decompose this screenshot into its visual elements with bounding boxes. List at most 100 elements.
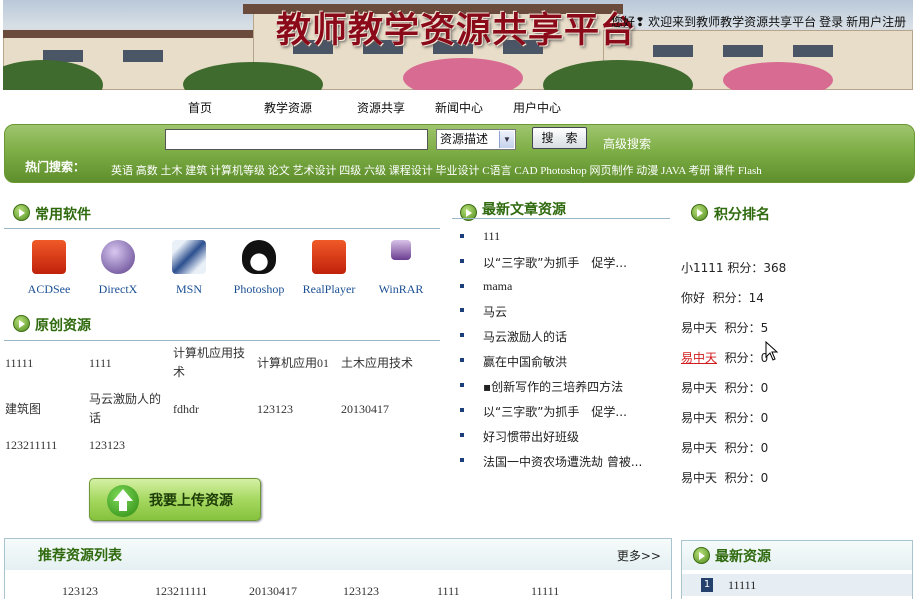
score-label: 积分： — [724, 351, 761, 365]
login-link[interactable]: 登录 — [819, 15, 843, 29]
recommended-item[interactable]: 123211111 — [155, 584, 207, 599]
article-title[interactable]: mama — [483, 279, 512, 294]
ranking-name[interactable]: 易中天 — [681, 441, 717, 455]
original-item[interactable]: 123123 — [257, 400, 293, 419]
original-item[interactable]: fdhdr — [173, 400, 199, 419]
bullet-icon — [460, 408, 464, 412]
nav-user-center[interactable]: 用户中心 — [513, 99, 561, 116]
nav-news-center[interactable]: 新闻中心 — [435, 99, 483, 116]
article-title[interactable]: ▪创新写作的三培养四方法 — [483, 378, 623, 395]
ranking-item: 小1111 积分：368 — [681, 259, 786, 276]
recommended-item[interactable]: 123123 — [62, 584, 98, 599]
ranking-score: 0 — [760, 381, 769, 395]
ranking-name[interactable]: 你好 — [681, 291, 705, 305]
ranking-item: 易中天 积分：0 — [681, 469, 768, 486]
score-label: 积分： — [724, 321, 761, 335]
ranking-item: 易中天 积分：0 — [681, 349, 768, 366]
divider — [452, 218, 670, 219]
software-label[interactable]: DirectX — [83, 282, 153, 297]
banner-window — [723, 45, 763, 57]
latest-resources-panel: 最新资源 1 11111 — [681, 540, 913, 599]
software-item[interactable]: Photoshop — [224, 240, 294, 297]
banner-flowers — [403, 58, 523, 90]
latest-title: 最新资源 — [715, 550, 771, 565]
upload-resource-button[interactable]: 我要上传资源 — [89, 478, 261, 521]
chevron-down-icon[interactable]: ▼ — [499, 131, 514, 148]
article-title[interactable]: 赢在中国俞敏洪 — [483, 353, 567, 370]
search-type-select[interactable]: 资源描述 ▼ — [436, 129, 516, 150]
search-type-value: 资源描述 — [440, 132, 489, 146]
original-section-title: 原创资源 — [35, 319, 91, 334]
original-item[interactable]: 计算机应用技术 — [173, 344, 251, 382]
nav-home[interactable]: 首页 — [188, 99, 212, 116]
bullet-icon — [460, 383, 464, 387]
recommended-item[interactable]: 123123 — [343, 584, 379, 599]
software-label[interactable]: ACDSee — [14, 282, 84, 297]
original-item[interactable]: 建筑图 — [5, 400, 41, 419]
nav-resource-sharing[interactable]: 资源共享 — [357, 99, 405, 116]
nav-teaching-resources[interactable]: 教学资源 — [264, 99, 312, 116]
article-title[interactable]: 好习惯带出好班级 — [483, 428, 579, 445]
ranking-name[interactable]: 小1111 — [681, 261, 724, 275]
software-item[interactable]: RealPlayer — [294, 240, 364, 297]
article-title[interactable]: 法国一中资农场遭洗劫 曾被... — [483, 453, 642, 470]
more-link[interactable]: 更多>> — [617, 547, 661, 564]
search-input[interactable] — [165, 129, 428, 150]
article-title[interactable]: 111 — [483, 229, 500, 244]
article-title[interactable]: 马云激励人的话 — [483, 328, 567, 345]
article-title[interactable]: 以“三字歌”为抓手 促学... — [483, 403, 627, 420]
software-item[interactable]: MSN — [154, 240, 224, 297]
original-item[interactable]: 马云激励人的话 — [89, 390, 167, 428]
latest-item[interactable]: 11111 — [728, 578, 756, 593]
realplayer-icon — [312, 240, 346, 274]
original-item[interactable]: 123211111 — [5, 436, 57, 455]
welcome-prefix: 您好 — [611, 15, 636, 29]
recommended-item[interactable]: 20130417 — [249, 584, 297, 599]
software-label[interactable]: MSN — [154, 282, 224, 297]
welcome-text: 欢迎来到教师教学资源共享平台 — [648, 15, 817, 29]
hot-search-words[interactable]: 英语 高数 土木 建筑 计算机等级 论文 艺术设计 四级 六级 课程设计 毕业设… — [111, 162, 762, 178]
banner-window — [123, 50, 163, 62]
recommended-item[interactable]: 1111 — [437, 584, 460, 599]
section-arrow-icon — [13, 204, 30, 221]
upload-arrow-icon — [107, 485, 139, 517]
software-section-title: 常用软件 — [35, 208, 91, 223]
recommended-item[interactable]: 11111 — [531, 584, 559, 599]
upload-button-label: 我要上传资源 — [149, 493, 233, 509]
header-banner: 教师教学资源共享平台 您好❢ 欢迎来到教师教学资源共享平台 登录 新用户注册 — [3, 0, 913, 90]
software-item[interactable]: DirectX — [83, 240, 153, 297]
ranking-name[interactable]: 易中天 — [681, 471, 717, 485]
search-bar: 资源描述 ▼ 搜 索 高级搜索 热门搜索： 英语 高数 土木 建筑 计算机等级 … — [4, 124, 915, 183]
banner-window — [793, 45, 833, 57]
ranking-name[interactable]: 易中天 — [681, 351, 717, 365]
software-label[interactable]: Photoshop — [224, 282, 294, 297]
original-item[interactable]: 土木应用技术 — [341, 354, 413, 373]
banner-window — [653, 45, 693, 57]
search-button[interactable]: 搜 索 — [532, 127, 587, 149]
register-link[interactable]: 新用户注册 — [846, 15, 906, 29]
article-title[interactable]: 马云 — [483, 303, 507, 320]
software-item[interactable]: WinRAR — [366, 240, 436, 297]
original-item[interactable]: 20130417 — [341, 400, 389, 419]
ranking-name[interactable]: 易中天 — [681, 411, 717, 425]
ranking-name[interactable]: 易中天 — [681, 321, 717, 335]
software-item[interactable]: ACDSee — [14, 240, 84, 297]
article-title[interactable]: 以“三字歌”为抓手 促学... — [483, 254, 627, 271]
software-label[interactable]: WinRAR — [366, 282, 436, 297]
ranking-name[interactable]: 易中天 — [681, 381, 717, 395]
ranking-score: 14 — [748, 291, 764, 305]
recommended-title: 推荐资源列表 — [38, 549, 122, 564]
original-item[interactable]: 11111 — [5, 354, 33, 373]
ranking-item: 易中天 积分：0 — [681, 409, 768, 426]
advanced-search-link[interactable]: 高级搜索 — [603, 135, 651, 152]
hot-search-label: 热门搜索： — [25, 160, 86, 174]
score-label: 积分： — [724, 471, 761, 485]
banner-roof — [3, 30, 273, 38]
original-item[interactable]: 123123 — [89, 436, 125, 455]
banner-flowers — [723, 62, 833, 90]
section-arrow-icon — [13, 315, 30, 332]
original-item[interactable]: 1111 — [89, 354, 112, 373]
directx-icon — [101, 240, 135, 274]
software-label[interactable]: RealPlayer — [294, 282, 364, 297]
original-item[interactable]: 计算机应用01 — [257, 354, 329, 373]
